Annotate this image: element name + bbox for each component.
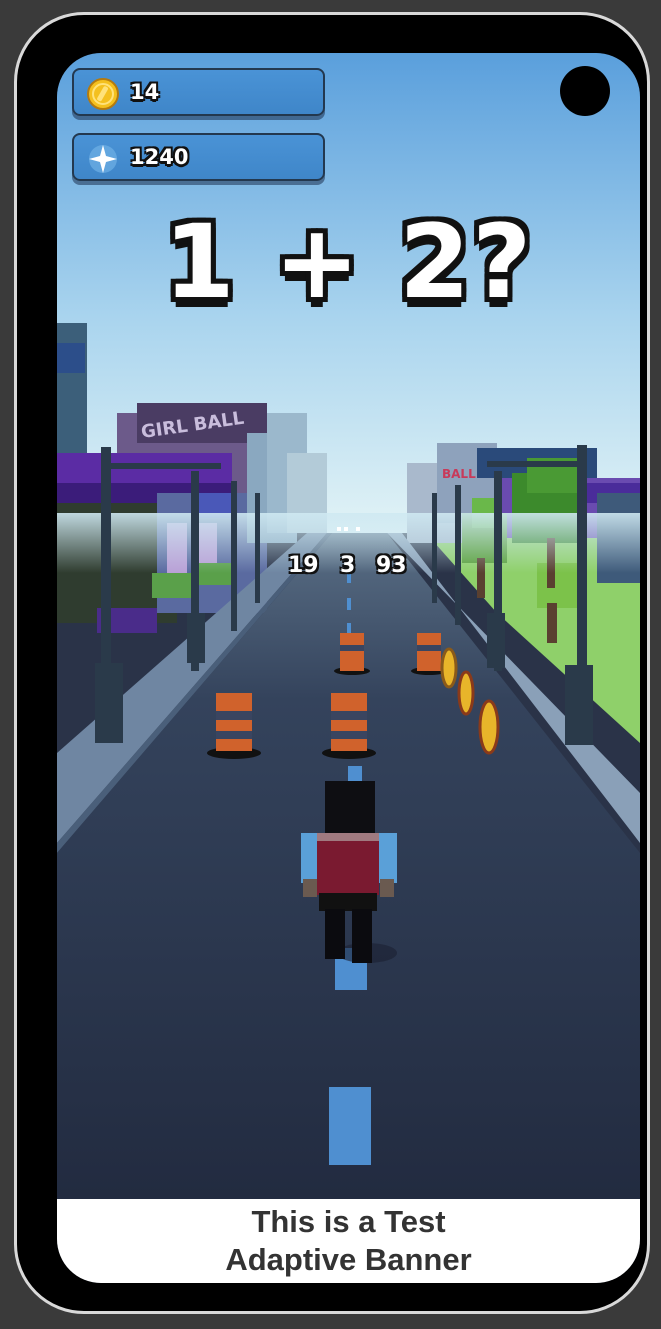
- camera-cutout: [560, 66, 610, 116]
- answer-options: 19 3 93: [57, 553, 640, 583]
- banner-line-1: This is a Test: [251, 1204, 446, 1239]
- phone-frame: GIRL BALL BALL 14 1240 1 + 2? 19 3 93 Th…: [14, 12, 650, 1314]
- banner-line-2: Adaptive Banner: [225, 1242, 472, 1277]
- coin-icon: [87, 78, 119, 110]
- score-counter: 1240: [72, 133, 325, 181]
- svg-text:BALL: BALL: [442, 467, 476, 481]
- answer-left: 19: [288, 553, 319, 578]
- ad-banner[interactable]: This is a Test Adaptive Banner: [57, 1199, 640, 1283]
- math-question: 1 + 2?: [163, 203, 534, 322]
- score-value: 1240: [130, 145, 189, 169]
- answer-center: 3: [340, 553, 356, 578]
- game-screen[interactable]: GIRL BALL BALL 14 1240 1 + 2? 19 3 93 Th…: [57, 53, 640, 1283]
- coin-count: 14: [130, 80, 160, 104]
- answer-right: 93: [376, 553, 407, 578]
- coin-counter: 14: [72, 68, 325, 116]
- sparkle-icon: [89, 145, 117, 173]
